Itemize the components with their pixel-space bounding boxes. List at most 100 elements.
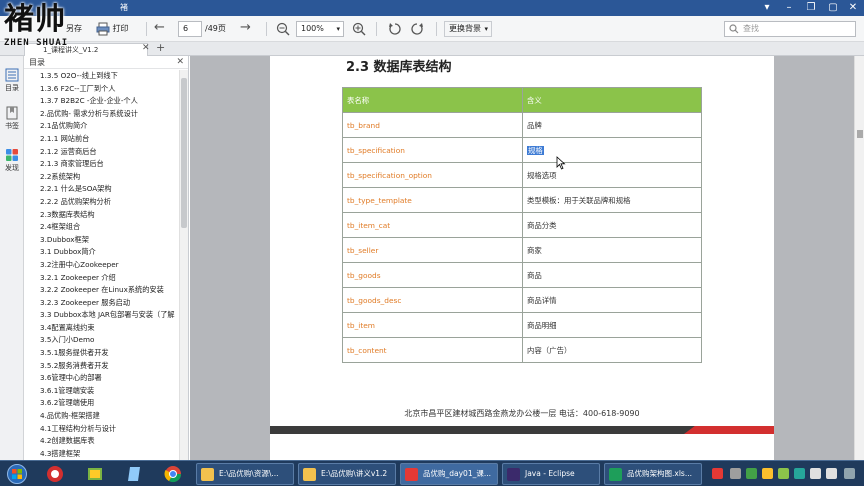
taskbar-task-label: Java - Eclipse <box>525 469 575 478</box>
zoom-out-icon[interactable] <box>276 22 290 36</box>
taskbar-task[interactable]: Java - Eclipse <box>502 463 600 485</box>
outline-item[interactable]: 1.3.5 O2O--线上到线下 <box>24 70 178 83</box>
folder-icon <box>303 468 316 481</box>
db-tables-table: 表名称 含义 tb_brand 品牌 tb_specification 规格 tb_sp… <box>342 87 702 363</box>
pinned-app-icon[interactable] <box>126 465 144 483</box>
tray-icon[interactable] <box>730 468 741 479</box>
zoom-in-icon[interactable] <box>352 22 366 36</box>
outline-item[interactable]: 3.2.1 Zookeeper 介绍 <box>24 272 178 285</box>
scrollbar-thumb[interactable] <box>857 130 863 138</box>
scrollbar-thumb[interactable] <box>181 78 187 228</box>
outline-item[interactable]: 2.1.3 商家管理后台 <box>24 158 178 171</box>
outline-list: 1.3.5 O2O--线上到线下 1.3.6 F2C--工厂到个人 1.3.7 B2… <box>24 70 178 460</box>
new-tab-icon[interactable]: + <box>156 41 165 54</box>
window-title: 褚 <box>120 3 128 12</box>
outline-item[interactable]: 2.1品优购简介 <box>24 120 178 133</box>
outline-item[interactable]: 3.5入门小Demo <box>24 334 178 347</box>
watermark-text: 褚帅 <box>4 2 66 37</box>
outline-item[interactable]: 3.2.3 Zookeeper 服务启动 <box>24 297 178 310</box>
zoom-select[interactable]: 100% ▾ <box>296 21 344 37</box>
table-row: tb_item 商品明细 <box>342 312 702 338</box>
footer-band-accent <box>684 426 774 434</box>
outline-item[interactable]: 3.4配置离线约束 <box>24 322 178 335</box>
chrome-icon[interactable] <box>164 465 182 483</box>
outline-item[interactable]: 2.2系统架构 <box>24 171 178 184</box>
outline-item[interactable]: 3.6管理中心的部署 <box>24 372 178 385</box>
outline-item[interactable]: 4.3搭建框架 <box>24 448 178 460</box>
taskbar-task[interactable]: 品优购架构图.xls... <box>604 463 702 485</box>
tab-close-icon[interactable]: ✕ <box>142 43 150 53</box>
outline-item[interactable]: 4.品优购-框架搭建 <box>24 410 178 423</box>
taskbar: E:\品优购\资源\... E:\品优购\讲义v1.2 品优购_day01_课.… <box>0 460 864 486</box>
close-icon[interactable]: ✕ <box>176 56 184 69</box>
folder-icon <box>201 468 214 481</box>
minimize-button[interactable]: – <box>778 0 800 16</box>
skin-icon[interactable]: ▾ <box>756 0 778 16</box>
page-number-input[interactable]: 6 <box>178 21 202 37</box>
table-name-cell: tb_specification <box>342 137 523 163</box>
prev-page-button[interactable]: ← <box>154 20 165 38</box>
tray-icon[interactable] <box>712 468 723 479</box>
rail-item-bookmark[interactable]: 书签 <box>0 106 24 131</box>
table-header-row: 表名称 含义 <box>342 87 702 113</box>
restore-button[interactable]: ❐ <box>800 0 822 16</box>
tray-icon[interactable] <box>794 468 805 479</box>
rotate-left-icon[interactable] <box>388 22 402 36</box>
taskbar-task[interactable]: E:\品优购\资源\... <box>196 463 294 485</box>
outline-item[interactable]: 2.品优购- 需求分析与系统设计 <box>24 108 178 121</box>
network-icon[interactable] <box>810 468 821 479</box>
outline-item[interactable]: 2.2.2 品优购架构分析 <box>24 196 178 209</box>
print-button[interactable]: 打印 <box>96 20 129 38</box>
outline-item[interactable]: 3.6.2管理端使用 <box>24 397 178 410</box>
maximize-button[interactable]: ▢ <box>822 0 844 16</box>
start-button-icon[interactable] <box>6 464 28 484</box>
pdf-icon <box>405 468 418 481</box>
selected-text[interactable]: 规格 <box>527 145 544 155</box>
zoom-value: 100% <box>301 24 324 33</box>
rotate-right-icon[interactable] <box>410 22 424 36</box>
pinned-app-icon[interactable] <box>46 465 64 483</box>
taskbar-task[interactable]: 品优购_day01_课... <box>400 463 498 485</box>
outline-item[interactable]: 2.1.1 网站前台 <box>24 133 178 146</box>
outline-item[interactable]: 3.2.2 Zookeeper 在Linux系统的安装 <box>24 284 178 297</box>
taskbar-task-label: E:\品优购\讲义v1.2 <box>321 469 388 478</box>
table-name-cell: tb_goods <box>342 262 523 288</box>
taskbar-task[interactable]: E:\品优购\讲义v1.2 <box>298 463 396 485</box>
table-row: tb_type_template 类型模板：用于关联品牌和规格 <box>342 187 702 213</box>
table-name-cell: tb_goods_desc <box>342 287 523 313</box>
taskbar-task-label: 品优购_day01_课... <box>423 469 491 478</box>
tray-icon[interactable] <box>778 468 789 479</box>
outline-item[interactable]: 3.5.1服务提供者开发 <box>24 347 178 360</box>
tray-icon[interactable] <box>746 468 757 479</box>
outline-item[interactable]: 4.2创建数据库表 <box>24 435 178 448</box>
outline-item[interactable]: 3.3 Dubbox本地 JAR包部署与安装（了解 <box>24 309 178 322</box>
table-meaning-cell: 商品详情 <box>522 287 702 313</box>
volume-icon[interactable] <box>826 468 837 479</box>
show-desktop-icon[interactable] <box>844 468 855 479</box>
outline-item[interactable]: 2.1.2 运营商后台 <box>24 146 178 159</box>
page-footer: 北京市昌平区建材城西路金燕龙办公楼一层 电话：400-618-9090 <box>404 409 640 418</box>
tray-icon[interactable] <box>762 468 773 479</box>
outline-item[interactable]: 3.5.2服务消费者开发 <box>24 360 178 373</box>
outline-item[interactable]: 2.4框架组合 <box>24 221 178 234</box>
outline-scrollbar[interactable] <box>179 70 188 460</box>
outline-item[interactable]: 2.2.1 什么是SOA架构 <box>24 183 178 196</box>
outline-item[interactable]: 1.3.7 B2B2C -企业-企业-个人 <box>24 95 178 108</box>
search-input[interactable]: 查找 <box>724 21 856 37</box>
outline-item[interactable]: 4.1工程结构分析与设计 <box>24 423 178 436</box>
outline-item[interactable]: 3.Dubbox框架 <box>24 234 178 247</box>
outline-item[interactable]: 3.2注册中心Zookeeper <box>24 259 178 272</box>
eclipse-icon <box>507 468 520 481</box>
next-page-button[interactable]: → <box>240 20 251 38</box>
section-heading: 2.3 数据库表结构 <box>346 60 452 75</box>
outline-item[interactable]: 1.3.6 F2C--工厂到个人 <box>24 83 178 96</box>
outline-item[interactable]: 2.3数据库表结构 <box>24 209 178 222</box>
rail-item-discover[interactable]: 发现 <box>0 148 24 173</box>
close-button[interactable]: ✕ <box>842 0 864 16</box>
change-background-button[interactable]: 更换背景 ▾ <box>444 21 492 37</box>
outline-item[interactable]: 3.6.1管理端安装 <box>24 385 178 398</box>
pinned-app-icon[interactable] <box>86 465 104 483</box>
outline-item[interactable]: 3.1 Dubbox简介 <box>24 246 178 259</box>
document-scrollbar[interactable] <box>854 56 864 460</box>
rail-item-outline[interactable]: 目录 <box>0 68 24 93</box>
